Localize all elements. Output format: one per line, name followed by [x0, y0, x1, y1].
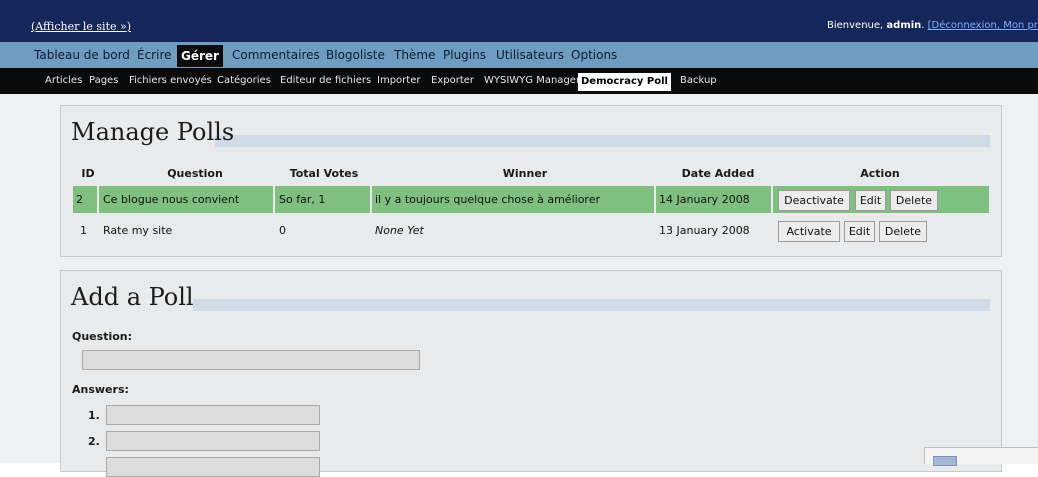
- edit-button[interactable]: Edit: [844, 221, 875, 242]
- subnav-democracy-poll[interactable]: Democracy Poll: [578, 73, 671, 91]
- subnav-wysiwyg-manager[interactable]: WYSIWYG Manager: [484, 68, 580, 94]
- poll-votes: 0: [279, 224, 286, 237]
- subnav-backup[interactable]: Backup: [680, 68, 717, 94]
- col-id: ID: [81, 167, 95, 180]
- delete-button[interactable]: Delete: [890, 190, 938, 211]
- add-poll-title: Add a Poll: [71, 283, 194, 311]
- poll-question: Rate my site: [103, 224, 173, 237]
- cell-separator: [97, 186, 99, 213]
- subnav-exporter[interactable]: Exporter: [431, 68, 474, 94]
- answer-input-2[interactable]: [106, 431, 320, 451]
- nav-plugins[interactable]: Plugins: [443, 42, 486, 68]
- manage-heading-rule: [215, 135, 990, 147]
- poll-votes: So far, 1: [279, 193, 326, 206]
- view-site-link[interactable]: (Afficher le site »): [31, 20, 131, 33]
- table-row: 2 Ce blogue nous convient So far, 1 il y…: [73, 186, 989, 213]
- nav-blogoliste[interactable]: Blogoliste: [326, 42, 385, 68]
- col-date-added: Date Added: [681, 167, 755, 180]
- main-nav: Tableau de bord Écrire Gérer Commentaire…: [0, 42, 1038, 68]
- cell-separator: [654, 186, 656, 213]
- nav-utilisateurs[interactable]: Utilisateurs: [496, 42, 564, 68]
- poll-id: 2: [76, 193, 83, 206]
- nav-commentaires[interactable]: Commentaires: [232, 42, 320, 68]
- sub-nav: Articles Pages Fichiers envoyés Catégori…: [0, 68, 1038, 94]
- nav-theme[interactable]: Thème: [394, 42, 435, 68]
- answer-number: 2.: [88, 435, 100, 448]
- corner-popup[interactable]: [924, 447, 1038, 466]
- welcome-area: Bienvenue, admin. [Déconnexion, Mon prof…: [827, 20, 1038, 31]
- welcome-text: Bienvenue,: [827, 20, 884, 31]
- poll-id: 1: [80, 224, 87, 237]
- col-question: Question: [167, 167, 223, 180]
- answer-input-3[interactable]: [106, 457, 320, 477]
- subnav-categories[interactable]: Catégories: [217, 68, 271, 94]
- subnav-importer[interactable]: Importer: [377, 68, 420, 94]
- admin-top-bar: (Afficher le site ») Bienvenue, admin. […: [0, 0, 1038, 42]
- cell-separator: [273, 186, 275, 213]
- nav-gerer[interactable]: Gérer: [177, 45, 223, 67]
- nav-options[interactable]: Options: [571, 42, 617, 68]
- question-input[interactable]: [82, 350, 420, 370]
- activate-button[interactable]: Activate: [778, 221, 840, 242]
- poll-date: 13 January 2008: [659, 224, 750, 237]
- cell-separator: [771, 186, 773, 213]
- subnav-articles[interactable]: Articles: [45, 68, 82, 94]
- table-row: 1 Rate my site 0 None Yet 13 January 200…: [73, 217, 989, 244]
- question-label: Question:: [72, 330, 133, 343]
- welcome-period: .: [921, 20, 925, 31]
- add-heading-rule: [193, 299, 990, 311]
- nav-ecrire[interactable]: Écrire: [137, 42, 172, 68]
- answer-input-1[interactable]: [106, 405, 320, 425]
- answers-label: Answers:: [72, 383, 129, 396]
- cell-separator: [370, 186, 372, 213]
- nav-tableau-de-bord[interactable]: Tableau de bord: [34, 42, 130, 68]
- answer-number: 1.: [88, 409, 100, 422]
- view-site-link-text[interactable]: (Afficher le site »): [31, 20, 131, 33]
- logout-profile-links[interactable]: [Déconnexion, Mon profil]: [928, 20, 1038, 31]
- subnav-editeur-de-fichiers[interactable]: Editeur de fichiers: [280, 68, 371, 94]
- deactivate-button[interactable]: Deactivate: [778, 190, 850, 211]
- delete-button[interactable]: Delete: [879, 221, 927, 242]
- poll-date: 14 January 2008: [659, 193, 750, 206]
- edit-button[interactable]: Edit: [855, 190, 886, 211]
- manage-polls-title: Manage Polls: [71, 118, 235, 146]
- subnav-pages[interactable]: Pages: [89, 68, 118, 94]
- col-total-votes: Total Votes: [289, 167, 359, 180]
- col-action: Action: [860, 167, 900, 180]
- username: admin: [886, 20, 922, 31]
- subnav-fichiers-envoyes[interactable]: Fichiers envoyés: [129, 68, 212, 94]
- window-icon: [933, 456, 957, 466]
- col-winner: Winner: [502, 167, 548, 180]
- poll-winner: il y a toujours quelque chose à améliore…: [375, 193, 600, 206]
- poll-question: Ce blogue nous convient: [103, 193, 240, 206]
- poll-winner: None Yet: [375, 224, 424, 237]
